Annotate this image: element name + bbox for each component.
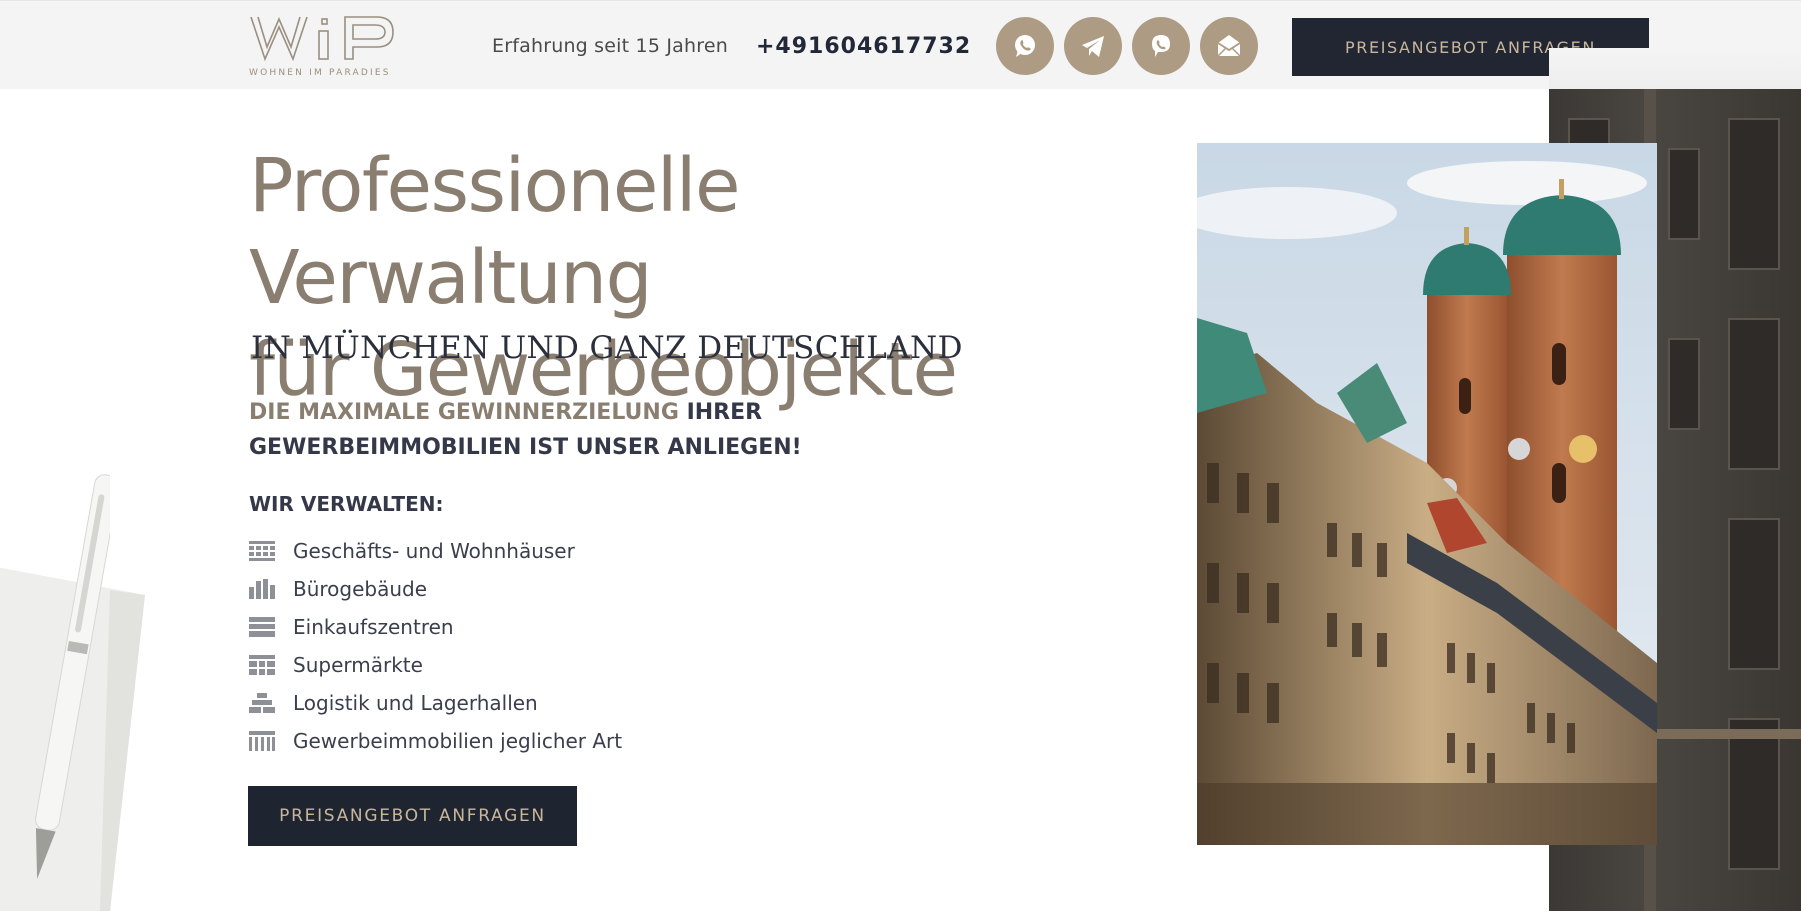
- service-label: Logistik und Lagerhallen: [293, 691, 538, 715]
- whatsapp-button[interactable]: [996, 17, 1054, 75]
- pen-decoration-icon: [35, 474, 110, 880]
- hero-subtitle: IN MÜNCHEN UND GANZ DEUTSCHLAND: [251, 330, 963, 366]
- munich-cityscape-image: [1197, 143, 1657, 845]
- service-label: Geschäfts- und Wohnhäuser: [293, 539, 575, 563]
- building-grid-icon: [249, 541, 275, 561]
- office-bars-icon: [249, 579, 275, 599]
- hero-quote-button[interactable]: PREISANGEBOT ANFRAGEN: [248, 786, 577, 846]
- logo-mark-icon: [250, 16, 394, 62]
- email-button[interactable]: [1200, 17, 1258, 75]
- services-heading: WIR VERWALTEN:: [249, 492, 444, 516]
- viber-icon: [1152, 35, 1170, 57]
- whatsapp-icon: [1015, 35, 1035, 57]
- list-item: Bürogebäude: [249, 570, 622, 608]
- telegram-icon: [1082, 36, 1104, 57]
- logo-tagline: WOHNEN IM PARADIES: [249, 68, 391, 78]
- service-label: Supermärkte: [293, 653, 423, 677]
- list-item: Supermärkte: [249, 646, 622, 684]
- mall-lines-icon: [249, 617, 275, 637]
- background-strip-top: [1549, 48, 1801, 89]
- list-item: Einkaufszentren: [249, 608, 622, 646]
- list-item: Logistik und Lagerhallen: [249, 684, 622, 722]
- service-label: Gewerbeimmobilien jeglicher Art: [293, 729, 623, 753]
- phone-link[interactable]: +491604617732: [756, 34, 971, 59]
- list-item: Geschäfts- und Wohnhäuser: [249, 532, 622, 570]
- supermarket-icon: [249, 655, 275, 675]
- hero-tagline: DIE MAXIMALE GEWINNERZIELUNG IHRER GEWER…: [249, 395, 869, 465]
- warehouse-icon: [249, 693, 275, 713]
- hero-title-line1: Professionelle Verwaltung: [249, 143, 741, 321]
- tagline-accent: DIE MAXIMALE GEWINNERZIELUNG: [249, 400, 679, 425]
- viber-button[interactable]: [1132, 17, 1190, 75]
- services-list: Geschäfts- und Wohnhäuser Bürogebäude Ei…: [249, 532, 622, 760]
- list-item: Gewerbeimmobilien jeglicher Art: [249, 722, 622, 760]
- hero-title: Professionelle Verwaltung für Gewerbeobj…: [249, 140, 1129, 416]
- logo[interactable]: WOHNEN IM PARADIES: [249, 13, 419, 83]
- site-header: WOHNEN IM PARADIES Erfahrung seit 15 Jah…: [0, 0, 1801, 89]
- service-label: Einkaufszentren: [293, 615, 454, 639]
- email-icon: [1217, 35, 1241, 57]
- telegram-button[interactable]: [1064, 17, 1122, 75]
- columns-icon: [249, 731, 275, 751]
- service-label: Bürogebäude: [293, 577, 428, 601]
- experience-text: Erfahrung seit 15 Jahren: [492, 35, 728, 57]
